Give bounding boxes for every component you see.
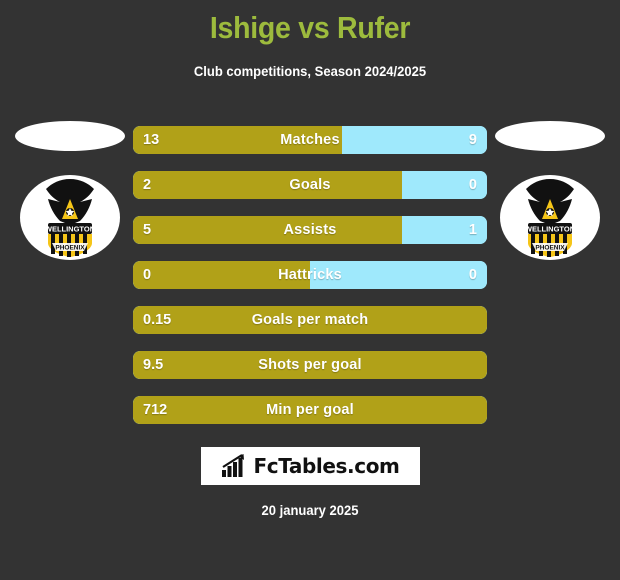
stat-label: Assists (283, 222, 337, 238)
page-title: Ishige vs Rufer (209, 10, 411, 45)
stat-value-right: 9 (468, 132, 477, 148)
page-subtitle: Club competitions, Season 2024/2025 (193, 63, 427, 79)
svg-text:PHOENIX: PHOENIX (535, 245, 565, 252)
left-club-badge: WELLINGTON PHOENIX (19, 175, 120, 260)
stat-bar-row: 5 Assists 1 (133, 216, 487, 244)
stat-label: Hattricks (278, 267, 342, 283)
stat-bar-row: 13 Matches 9 (133, 126, 487, 154)
bar-chart-arrow-icon (221, 454, 244, 477)
stat-bar-row: 2 Goals 0 (133, 171, 487, 199)
right-player-photo (494, 121, 605, 151)
right-player-panel: WELLINGTON PHOENIX (492, 118, 607, 260)
svg-text:WELLINGTON: WELLINGTON (524, 225, 574, 234)
svg-text:PHOENIX: PHOENIX (55, 245, 85, 252)
fctables-logo-text: FcTables.com (253, 454, 400, 478)
svg-text:WELLINGTON: WELLINGTON (44, 225, 94, 234)
stat-bars-list: 13 Matches 9 2 Goals 0 5 Assists 1 0 Hattricks 0 0.1… (133, 126, 487, 424)
footer-date: 20 january 2025 (261, 502, 359, 518)
left-player-photo (14, 121, 125, 151)
stat-label: Matches (280, 132, 340, 148)
stat-value-right: 0 (468, 177, 477, 193)
stat-label: Min per goal (266, 402, 354, 418)
stat-value-right: 0 (468, 267, 477, 283)
stat-bar-row: 9.5 Shots per goal (133, 351, 487, 379)
stat-label: Goals per match (251, 312, 369, 328)
stat-label: Goals (289, 177, 331, 193)
stat-label: Shots per goal (258, 357, 362, 373)
fctables-logo[interactable]: FcTables.com (201, 447, 420, 485)
stats-comparison-page: Ishige vs Rufer Club competitions, Seaso… (0, 0, 620, 580)
wellington-phoenix-crest-icon: WELLINGTON PHOENIX (524, 179, 575, 257)
stat-bar-row: 712 Min per goal (133, 396, 487, 424)
stat-bar-row: 0.15 Goals per match (133, 306, 487, 334)
stat-bar-row: 0 Hattricks 0 (133, 261, 487, 289)
left-player-panel: WELLINGTON PHOENIX (12, 118, 127, 260)
right-club-badge: WELLINGTON PHOENIX (499, 175, 600, 260)
stat-value-right: 1 (468, 222, 477, 238)
wellington-phoenix-crest-icon: WELLINGTON PHOENIX (44, 179, 95, 257)
